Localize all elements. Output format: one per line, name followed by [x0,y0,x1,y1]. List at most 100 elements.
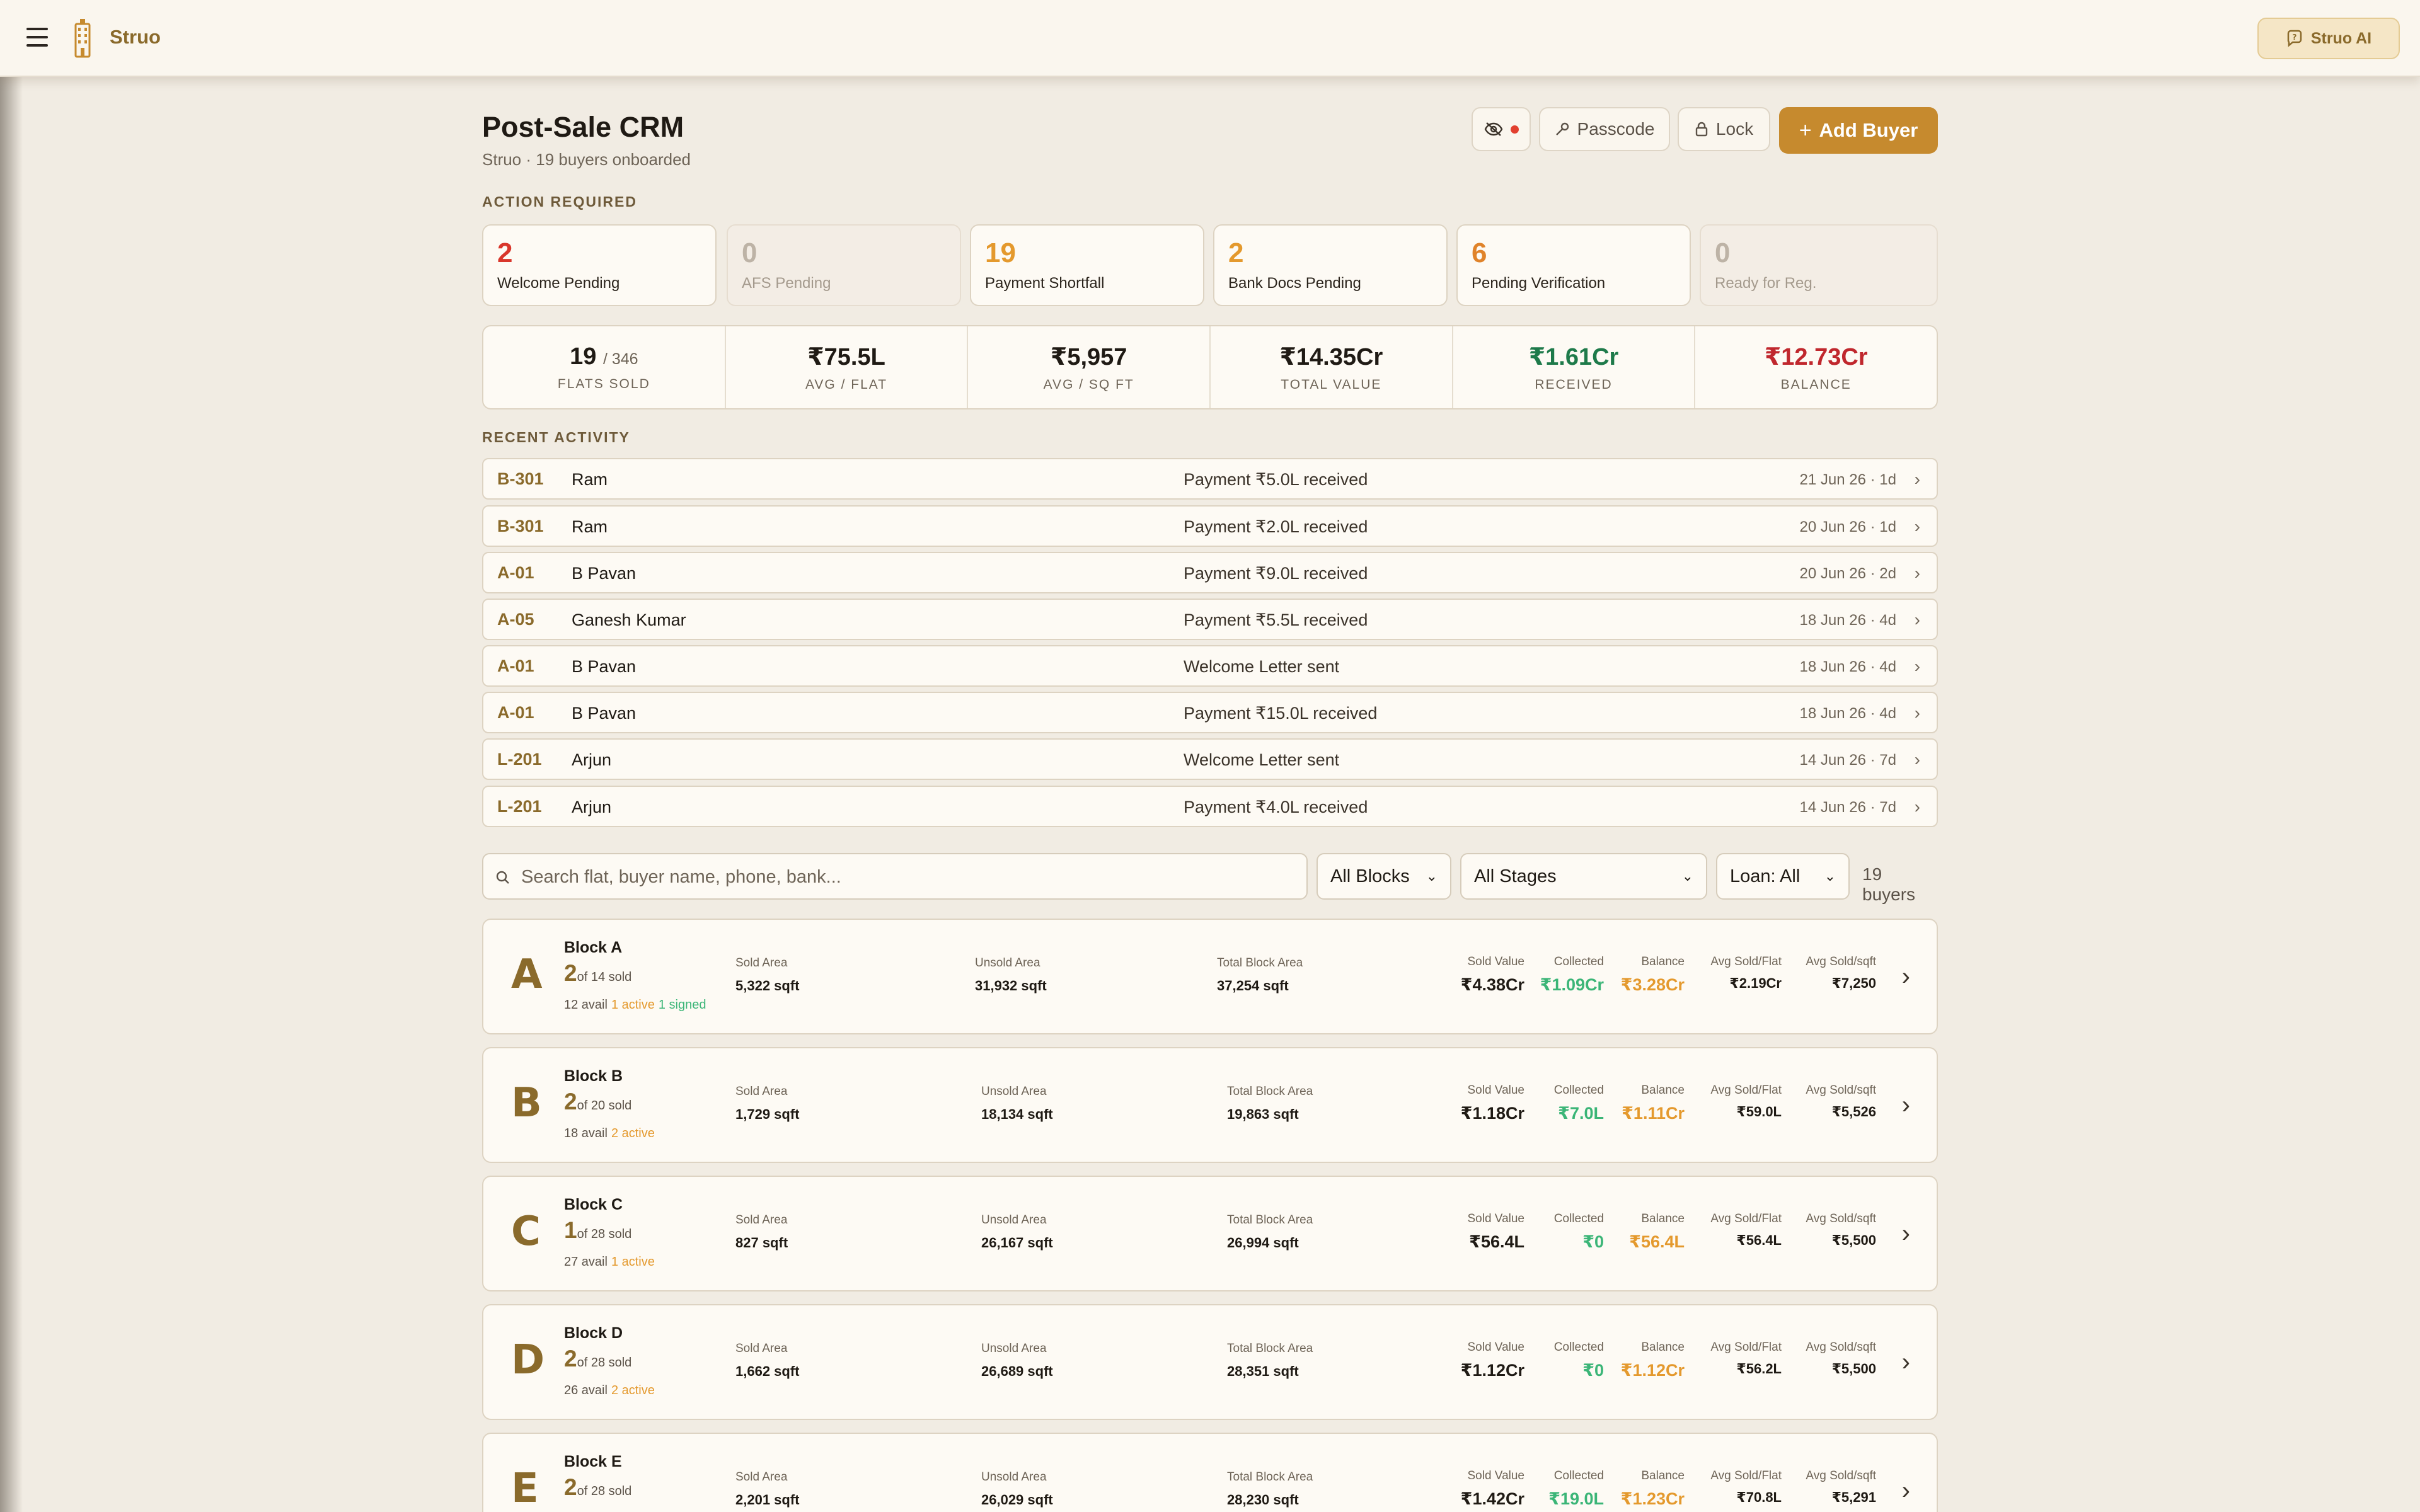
area-value: 26,029 sqft [981,1492,1053,1508]
blocks-filter-value: All Blocks [1330,866,1410,886]
block-signed-count: 1 signed [658,998,706,1012]
action-card[interactable]: 6 Pending Verification [1456,224,1691,306]
buyer-count: 19 buyers [1862,864,1916,904]
activity-row[interactable]: A-01 B Pavan Payment ₹9.0L received 20 Jun … [482,552,1938,593]
area-value: 2,201 sqft [735,1492,800,1508]
block-metric-sold-value: Sold Value ₹1.12Cr [1461,1341,1524,1380]
balance-value: ₹12.73Cr [1764,343,1868,370]
activity-row[interactable]: A-01 B Pavan Welcome Letter sent 18 Jun 26 … [482,645,1938,687]
activity-row[interactable]: L-201 Arjun Welcome Letter sent 14 Jun 26 ·… [482,738,1938,780]
area-label: Sold Area [735,1213,788,1227]
activity-date: 14 Jun 26 · 7d [1799,799,1896,816]
total-value-value: ₹14.35Cr [1279,343,1383,370]
blocks-filter-select[interactable]: All Blocks ⌄ [1317,853,1451,900]
lock-button[interactable]: Lock [1678,107,1770,151]
loan-filter-select[interactable]: Loan: All ⌄ [1716,853,1850,900]
metric-label: Collected [1553,1469,1604,1482]
block-sold-area: Sold Area 827 sqft [735,1213,788,1251]
search-box[interactable] [482,853,1308,900]
block-total-area: Total Block Area 28,351 sqft [1227,1342,1313,1380]
action-card-count: 2 [1228,238,1244,268]
action-card[interactable]: 0 AFS Pending [727,224,961,306]
action-card[interactable]: 2 Welcome Pending [482,224,717,306]
add-buyer-button[interactable]: + Add Buyer [1779,107,1938,154]
metric-label: Avg Sold/Flat [1710,955,1782,968]
action-card[interactable]: 2 Bank Docs Pending [1213,224,1448,306]
chevron-right-icon: › [1914,750,1920,769]
activity-event: Welcome Letter sent [1184,657,1340,676]
block-card[interactable]: C Block C 1of 28 sold 27 avail 1 active Sold … [482,1176,1938,1292]
activity-row[interactable]: A-01 B Pavan Payment ₹15.0L received 18 Jun… [482,692,1938,733]
activity-row[interactable]: B-301 Ram Payment ₹2.0L received 20 Jun 26 … [482,505,1938,547]
block-metric-sold-value: Sold Value ₹4.38Cr [1461,955,1524,995]
block-unsold-area: Unsold Area 26,167 sqft [981,1213,1053,1251]
action-card-label: Pending Verification [1472,275,1606,292]
block-metric-collected: Collected ₹19.0L [1548,1469,1604,1509]
struo-ai-button[interactable]: ? Struo AI [2257,18,2400,59]
metric-label: Avg Sold/sqft [1806,1084,1876,1097]
block-metric-collected: Collected ₹0 [1554,1212,1604,1252]
metric-value: ₹7.0L [1558,1104,1604,1123]
action-card-label: Welcome Pending [497,275,620,292]
chevron-down-icon: ⌄ [1681,868,1693,884]
loan-filter-value: Loan: All [1730,866,1801,886]
activity-buyer-name: Arjun [572,798,612,816]
stat-total-value: ₹14.35Cr TOTAL VALUE [1211,326,1453,408]
total-value-label: TOTAL VALUE [1281,377,1382,392]
block-active-count: 2 active [611,1383,655,1397]
action-card[interactable]: 19 Payment Shortfall [970,224,1204,306]
block-avail-count: 27 avail [564,1255,608,1269]
activity-event: Payment ₹2.0L received [1184,517,1368,536]
block-sold: 2of 20 sold [564,1089,631,1115]
stages-filter-select[interactable]: All Stages ⌄ [1460,853,1707,900]
area-label: Unsold Area [981,1213,1047,1227]
block-card[interactable]: E Block E 2of 28 sold Sold Area 2,201 sqft Un… [482,1433,1938,1512]
metric-value: ₹5,500 [1831,1232,1876,1248]
area-value: 827 sqft [735,1235,788,1251]
metric-value: ₹1.12Cr [1620,1361,1685,1380]
area-label: Unsold Area [981,1085,1047,1098]
block-card[interactable]: D Block D 2of 28 sold 26 avail 2 active Sold … [482,1304,1938,1420]
block-availability: 27 avail 1 active [564,1255,655,1269]
metric-value: ₹1.42Cr [1460,1489,1524,1508]
metric-label: Balance [1641,1341,1685,1354]
action-card-count: 0 [1715,238,1731,268]
activity-row[interactable]: A-05 Ganesh Kumar Payment ₹5.5L received 18… [482,598,1938,640]
metric-label: Avg Sold/sqft [1806,1341,1876,1354]
block-sold-of: of 20 sold [577,1099,632,1113]
block-name: Block C [564,1196,623,1213]
block-active-count: 1 active [611,998,655,1012]
chevron-right-icon: › [1914,469,1920,489]
block-metric-collected: Collected ₹7.0L [1554,1084,1604,1123]
page-subtitle: Struo · 19 buyers onboarded [482,150,691,169]
hamburger-menu-icon[interactable] [26,28,48,47]
activity-row[interactable]: B-301 Ram Payment ₹5.0L received 21 Jun 26 … [482,458,1938,500]
block-card[interactable]: A Block A 2of 14 sold 12 avail 1 active 1 sig… [482,919,1938,1034]
activity-event: Payment ₹9.0L received [1184,564,1368,583]
metric-label: Sold Value [1467,1084,1525,1097]
area-label: Total Block Area [1227,1342,1313,1355]
metric-label: Balance [1641,1469,1685,1482]
activity-row[interactable]: L-201 Arjun Payment ₹4.0L received 14 Jun 2… [482,786,1938,827]
chevron-down-icon: ⌄ [1426,868,1438,884]
activity-buyer-name: Ganesh Kumar [572,610,686,629]
activity-date: 18 Jun 26 · 4d [1799,705,1896,722]
passcode-button[interactable]: Passcode [1539,107,1670,151]
action-required-label: ACTION REQUIRED [482,193,637,210]
area-value: 26,689 sqft [981,1363,1053,1379]
area-value: 1,662 sqft [735,1363,800,1379]
block-sold-count: 2 [564,1089,577,1114]
metric-value: ₹70.8L [1736,1489,1782,1505]
search-input[interactable] [521,863,1290,891]
metric-value: ₹7,250 [1831,975,1876,991]
block-card[interactable]: B Block B 2of 20 sold 18 avail 2 active Sold … [482,1047,1938,1163]
action-card-label: AFS Pending [742,275,831,292]
block-unsold-area: Unsold Area 26,029 sqft [981,1470,1053,1508]
block-letter: D [511,1337,545,1383]
hide-values-button[interactable] [1472,107,1531,151]
action-card[interactable]: 0 Ready for Reg. [1700,224,1938,306]
block-avail-count: 18 avail [564,1126,608,1140]
block-metric-avg-flat: Avg Sold/Flat ₹2.19Cr [1710,955,1782,992]
metric-value: ₹0 [1582,1232,1604,1251]
block-sold-count: 2 [564,1346,577,1372]
